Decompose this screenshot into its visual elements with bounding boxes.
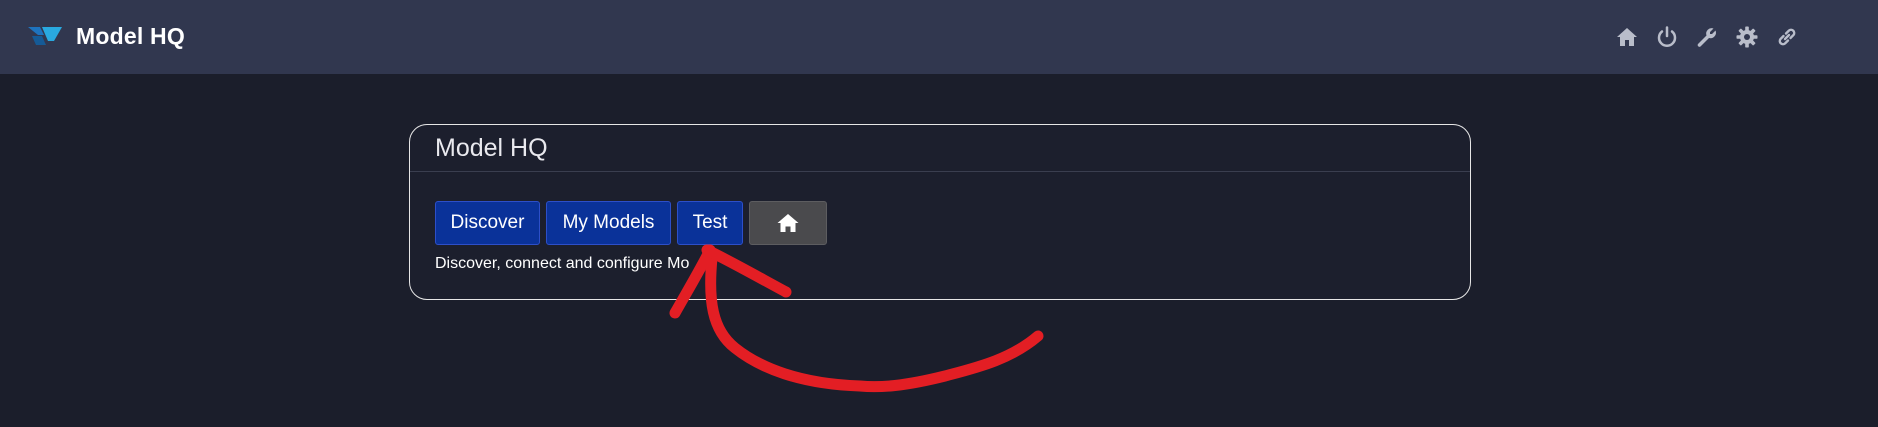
app-title: Model HQ	[76, 22, 185, 49]
brand[interactable]: Model HQ	[28, 20, 185, 52]
power-icon[interactable]	[1652, 22, 1682, 52]
model-hq-card: Model HQ Discover My Models Test Discove…	[409, 124, 1471, 300]
card-header: Model HQ	[410, 125, 1470, 172]
home-button[interactable]	[749, 201, 827, 245]
my-models-button[interactable]: My Models	[546, 201, 671, 245]
wrench-icon[interactable]	[1692, 22, 1722, 52]
card-description: Discover, connect and configure Mo	[435, 255, 690, 272]
top-nav-bar: Model HQ	[0, 0, 1878, 74]
model-hq-logo-icon	[28, 27, 62, 45]
nav-icons	[1612, 22, 1812, 52]
test-button[interactable]: Test	[677, 201, 743, 245]
gear-icon[interactable]	[1732, 22, 1762, 52]
card-title: Model HQ	[435, 133, 548, 162]
home-icon[interactable]	[1612, 22, 1642, 52]
discover-button[interactable]: Discover	[435, 201, 540, 245]
button-row: Discover My Models Test	[435, 201, 833, 245]
home-icon	[777, 214, 799, 232]
link-icon[interactable]	[1772, 22, 1802, 52]
